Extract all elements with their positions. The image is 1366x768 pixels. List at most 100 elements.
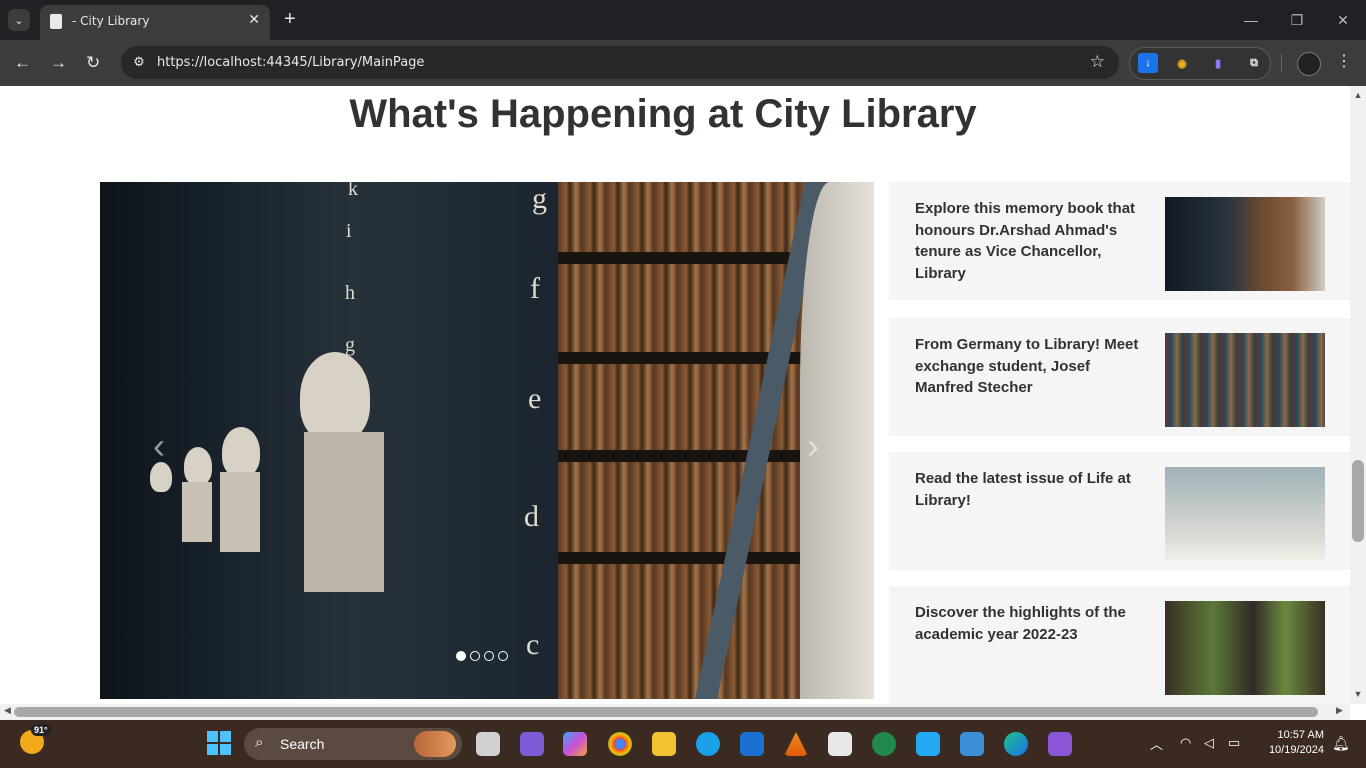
carousel-indicator-dot[interactable] xyxy=(456,651,466,661)
system-clock[interactable]: 10:57 AM 10/19/2024 xyxy=(1256,728,1324,758)
carousel-indicator-dot[interactable] xyxy=(484,651,494,661)
volume-icon[interactable]: ◁ xyxy=(1204,735,1214,751)
shelf-letter: f xyxy=(530,272,540,305)
vscode-icon[interactable] xyxy=(916,732,940,756)
news-card[interactable]: Discover the highlights of the academic … xyxy=(889,586,1350,704)
news-card[interactable]: Read the latest issue of Life at Library… xyxy=(889,452,1350,570)
vertical-scroll-thumb[interactable] xyxy=(1352,460,1364,542)
mongodb-compass-icon[interactable] xyxy=(872,732,896,756)
profile-avatar[interactable] xyxy=(1297,52,1321,76)
close-window-button[interactable]: ✕ xyxy=(1320,0,1366,40)
news-card-text[interactable]: Explore this memory book that honours Dr… xyxy=(915,198,1145,284)
shelf-letter: d xyxy=(524,500,539,533)
skype-icon[interactable] xyxy=(696,732,720,756)
news-card-thumbnail[interactable] xyxy=(1165,197,1325,291)
carousel-prev-icon[interactable]: ‹ xyxy=(144,425,174,466)
shelf-letter: e xyxy=(528,382,542,415)
search-highlight-image xyxy=(414,731,456,757)
page-favicon-icon xyxy=(50,14,62,29)
d-extension-icon[interactable]: ▮ xyxy=(1208,53,1228,73)
bookmark-star-icon[interactable]: ☆ xyxy=(1090,52,1105,72)
browser-tab[interactable]: - City Library ✕ xyxy=(40,5,270,40)
outlook-icon[interactable] xyxy=(740,732,764,756)
tab-close-icon[interactable]: ✕ xyxy=(248,11,260,28)
scroll-down-arrow-icon[interactable]: ▼ xyxy=(1350,689,1366,699)
shelf-letter: k xyxy=(348,182,358,200)
carousel-indicator-dot[interactable] xyxy=(498,651,508,661)
bust-statue xyxy=(300,352,370,442)
window-controls: — ❐ ✕ xyxy=(1228,0,1366,40)
scroll-right-arrow-icon[interactable]: ▶ xyxy=(1336,705,1343,716)
carousel-indicator-dot[interactable] xyxy=(470,651,480,661)
windows-taskbar: 91° ⌕ Search ︿ ◠ ◁ ▭ 10:57 AM 10/19/2024… xyxy=(0,720,1366,768)
windows-start-icon[interactable] xyxy=(207,731,231,755)
bust-pedestal xyxy=(304,432,384,592)
browser-tab-bar: ⌄ - City Library ✕ + — ❐ ✕ xyxy=(0,0,1366,40)
minimize-button[interactable]: — xyxy=(1228,0,1274,40)
vertical-scrollbar[interactable] xyxy=(1350,86,1366,704)
news-card-thumbnail[interactable] xyxy=(1165,467,1325,561)
shelf-letter: c xyxy=(526,628,540,661)
bust-statue xyxy=(184,447,212,485)
new-tab-button[interactable]: + xyxy=(284,8,296,31)
reload-icon[interactable]: ↻ xyxy=(86,53,100,73)
bust-pedestal xyxy=(182,482,212,542)
notification-bell-icon[interactable]: 🔔︎ xyxy=(1332,735,1350,752)
news-card-text[interactable]: Read the latest issue of Life at Library… xyxy=(915,468,1145,511)
browser-menu-icon[interactable]: ⋮ xyxy=(1336,51,1352,71)
back-arrow-icon[interactable]: ← xyxy=(14,53,31,73)
news-card[interactable]: From Germany to Library! Meet exchange s… xyxy=(889,318,1350,436)
tray-overflow-chevron-icon[interactable]: ︿ xyxy=(1150,734,1163,753)
search-icon: ⌕ xyxy=(255,734,264,751)
vlc-icon[interactable] xyxy=(784,732,808,756)
scroll-up-arrow-icon[interactable]: ▲ xyxy=(1350,90,1366,100)
tab-search-chevron-icon[interactable]: ⌄ xyxy=(8,9,30,31)
forward-arrow-icon[interactable]: → xyxy=(50,53,67,73)
news-carousel[interactable]: k i h g g f e d c ‹ › xyxy=(100,182,874,699)
scroll-left-arrow-icon[interactable]: ◀ xyxy=(4,705,11,716)
clock-time: 10:57 AM xyxy=(1277,729,1324,741)
taskbar-search-box[interactable]: ⌕ Search xyxy=(244,728,462,760)
bust-pedestal xyxy=(220,472,260,552)
browser-toolbar: ← → ↻ ⚙ https://localhost:44345/Library/… xyxy=(0,40,1366,86)
visual-studio-icon[interactable] xyxy=(1048,732,1072,756)
news-card-thumbnail[interactable] xyxy=(1165,601,1325,695)
horizontal-scroll-thumb[interactable] xyxy=(14,707,1318,717)
news-card-thumbnail[interactable] xyxy=(1165,333,1325,427)
news-card-text[interactable]: Discover the highlights of the academic … xyxy=(915,602,1145,645)
url-text[interactable]: https://localhost:44345/Library/MainPage xyxy=(157,55,424,70)
clock-date: 10/19/2024 xyxy=(1268,744,1324,756)
carousel-next-icon[interactable]: › xyxy=(798,425,828,466)
extensions-group: ↓ ◉ ▮ ⧉ xyxy=(1129,47,1271,80)
edge-icon[interactable] xyxy=(1004,732,1028,756)
shelf-letter: g xyxy=(345,334,355,356)
page-title: What's Happening at City Library xyxy=(349,92,977,136)
meet-app-icon[interactable] xyxy=(520,732,544,756)
toolbar-divider xyxy=(1281,54,1282,72)
address-bar[interactable]: ⚙ https://localhost:44345/Library/MainPa… xyxy=(121,46,1119,79)
file-explorer-icon[interactable] xyxy=(652,732,676,756)
site-info-icon[interactable]: ⚙ xyxy=(129,52,149,72)
task-view-icon[interactable] xyxy=(476,732,500,756)
download-extension-icon[interactable]: ↓ xyxy=(1138,53,1158,73)
tab-title: - City Library xyxy=(72,14,150,28)
page-viewport: What's Happening at City Library k i h g… xyxy=(0,86,1350,704)
notepad-icon[interactable] xyxy=(960,732,984,756)
puzzle-extensions-icon[interactable]: ⧉ xyxy=(1244,53,1264,73)
wifi-icon[interactable]: ◠ xyxy=(1180,735,1191,751)
battery-icon[interactable]: ▭ xyxy=(1228,735,1240,751)
snipping-tool-icon[interactable] xyxy=(828,732,852,756)
carousel-indicators xyxy=(456,651,508,661)
news-card-text[interactable]: From Germany to Library! Meet exchange s… xyxy=(915,334,1145,399)
search-label: Search xyxy=(280,736,325,752)
shelf-letter: g xyxy=(532,182,547,215)
bust-statue xyxy=(222,427,260,477)
weather-temperature[interactable]: 91° xyxy=(31,724,51,736)
restore-button[interactable]: ❐ xyxy=(1274,0,1320,40)
chrome-icon[interactable] xyxy=(608,732,632,756)
copilot-icon[interactable] xyxy=(563,732,587,756)
news-card[interactable]: Explore this memory book that honours Dr… xyxy=(889,182,1350,300)
sq-extension-icon[interactable]: ◉ xyxy=(1172,53,1192,73)
shelf-letter: h xyxy=(345,282,355,304)
shelf-letter: i xyxy=(346,220,352,242)
